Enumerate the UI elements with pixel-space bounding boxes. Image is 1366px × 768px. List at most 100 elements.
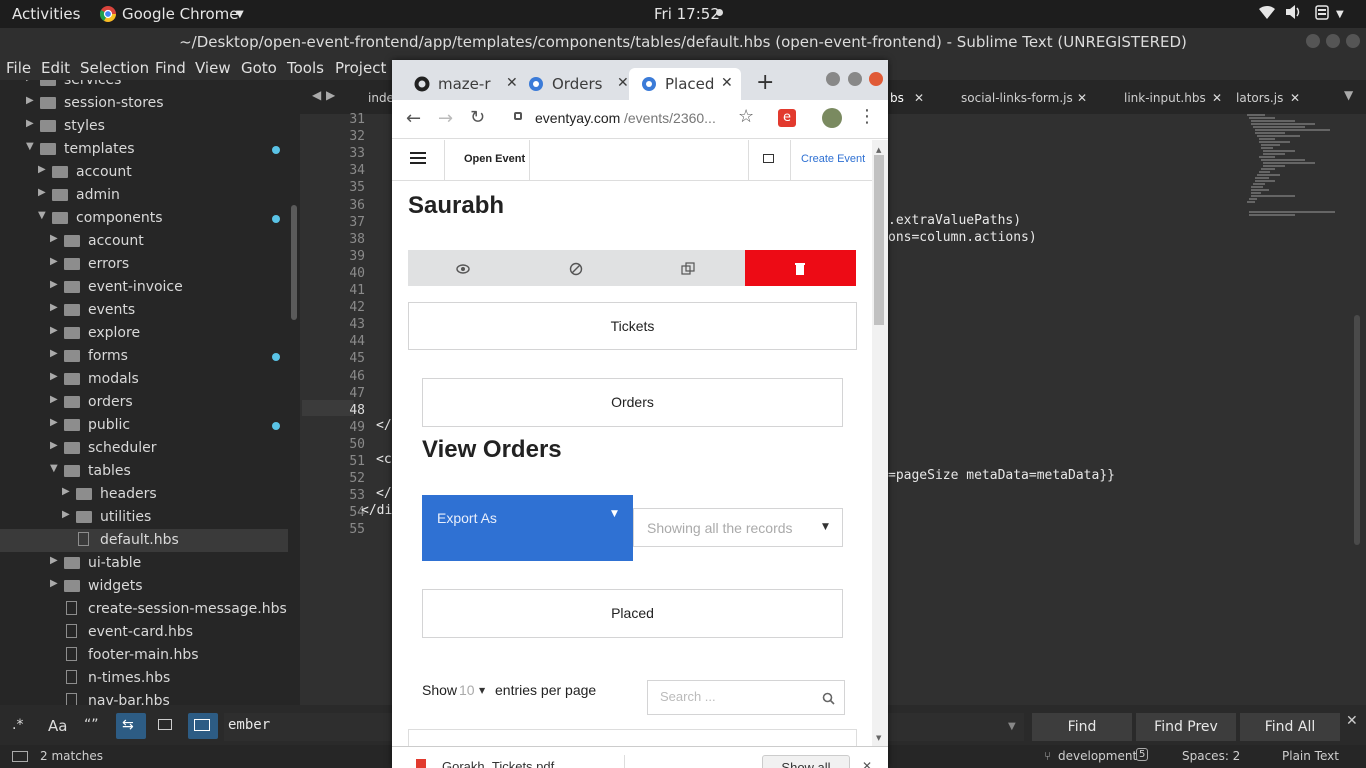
forward-icon[interactable]: →: [438, 108, 453, 129]
chevron-right-icon[interactable]: ▶: [50, 302, 58, 313]
export-dropdown[interactable]: [422, 495, 633, 561]
tab-list-chevron-icon[interactable]: ▼: [1344, 88, 1353, 102]
sidebar-item[interactable]: ▶ public: [0, 414, 288, 437]
sidebar-item[interactable]: ▶ errors: [0, 253, 288, 276]
editor-tab[interactable]: social-links-form.js: [961, 91, 1073, 105]
menu-goto[interactable]: Goto: [241, 59, 277, 77]
sidebar-item[interactable]: ▶ forms: [0, 345, 288, 368]
chevron-right-icon[interactable]: ▶: [26, 80, 34, 83]
menu-edit[interactable]: Edit: [41, 59, 70, 77]
editor-tab[interactable]: lators.js: [1236, 91, 1283, 105]
sidebar-item[interactable]: create-session-message.hbs: [0, 598, 288, 621]
sidebar-item[interactable]: ▼ tables: [0, 460, 288, 483]
brand-link[interactable]: Open Event: [464, 153, 525, 165]
sidebar-item[interactable]: ▶ headers: [0, 483, 288, 506]
back-icon[interactable]: ←: [406, 108, 421, 129]
close-icon[interactable]: [1346, 34, 1360, 48]
chevron-down-icon[interactable]: ▼: [38, 210, 46, 221]
sidebar-item[interactable]: ▶ orders: [0, 391, 288, 414]
editor-tab[interactable]: inde: [368, 91, 394, 105]
activities-button[interactable]: Activities: [12, 5, 80, 23]
sidebar-item[interactable]: ▼ templates: [0, 138, 288, 161]
clock[interactable]: Fri 17:52: [654, 5, 720, 23]
close-tab-icon[interactable]: ✕: [914, 91, 924, 105]
sidebar-item[interactable]: nav-bar.hbs: [0, 690, 288, 705]
scrollbar-thumb[interactable]: [874, 155, 884, 325]
whole-word-toggle[interactable]: “”: [84, 717, 99, 733]
chevron-right-icon[interactable]: ▶: [50, 279, 58, 290]
chevron-right-icon[interactable]: ▶: [50, 578, 58, 589]
search-icon[interactable]: [822, 690, 835, 709]
panel-toggle-icon[interactable]: [12, 751, 28, 762]
placed-menu-item[interactable]: Placed: [422, 589, 843, 638]
sidebar-item[interactable]: ▶ account: [0, 161, 288, 184]
chevron-right-icon[interactable]: ▶: [50, 348, 58, 359]
show-all-downloads-button[interactable]: Show all: [762, 755, 850, 768]
view-icon[interactable]: [456, 261, 470, 280]
sidebar-item[interactable]: ▶ events: [0, 299, 288, 322]
sidebar-item[interactable]: ▶ explore: [0, 322, 288, 345]
wifi-icon[interactable]: [1258, 4, 1276, 24]
create-event-link[interactable]: Create Event: [801, 153, 865, 165]
sidebar-item[interactable]: ▼ components: [0, 207, 288, 230]
orders-menu-item[interactable]: Orders: [422, 378, 843, 427]
in-selection-icon[interactable]: [158, 719, 172, 730]
find-prev-button[interactable]: Find Prev: [1136, 713, 1236, 741]
entries-chevron-icon[interactable]: ▼: [479, 686, 485, 695]
tab-placed[interactable]: Placed ✕: [629, 68, 741, 100]
profile-avatar[interactable]: [822, 108, 842, 128]
find-all-button[interactable]: Find All: [1240, 713, 1340, 741]
entries-select[interactable]: 10: [459, 682, 475, 698]
tab-scroll-right-icon[interactable]: ▶: [326, 88, 335, 102]
chevron-right-icon[interactable]: ▶: [50, 325, 58, 336]
sidebar-item[interactable]: ▶ session-stores: [0, 92, 288, 115]
chevron-right-icon[interactable]: ▶: [50, 440, 58, 451]
menu-selection[interactable]: Selection: [80, 59, 149, 77]
maximize-icon[interactable]: [848, 72, 862, 86]
menu-tools[interactable]: Tools: [287, 59, 324, 77]
reload-icon[interactable]: ↻: [470, 107, 485, 128]
menu-find[interactable]: Find: [155, 59, 186, 77]
sidebar-item[interactable]: footer-main.hbs: [0, 644, 288, 667]
chevron-right-icon[interactable]: ▶: [50, 256, 58, 267]
close-tab-icon[interactable]: ✕: [1290, 91, 1300, 105]
sidebar-item[interactable]: ▶ widgets: [0, 575, 288, 598]
sidebar-item[interactable]: ▶ ui-table: [0, 552, 288, 575]
chevron-right-icon[interactable]: ▶: [26, 95, 34, 106]
tab-github[interactable]: maze-r ✕: [402, 68, 522, 100]
chevron-right-icon[interactable]: ▶: [50, 233, 58, 244]
chevron-right-icon[interactable]: ▶: [38, 164, 46, 175]
syntax[interactable]: Plain Text: [1282, 749, 1339, 763]
volume-icon[interactable]: [1284, 4, 1302, 24]
close-icon[interactable]: [869, 72, 883, 86]
chevron-right-icon[interactable]: ▶: [62, 486, 70, 497]
chevron-right-icon[interactable]: ▶: [50, 417, 58, 428]
chevron-right-icon[interactable]: ▶: [26, 118, 34, 129]
find-history-chevron-icon[interactable]: ▼: [1008, 721, 1016, 732]
sidebar-item[interactable]: ▶ account: [0, 230, 288, 253]
sidebar-item[interactable]: ▶ services: [0, 80, 288, 92]
chevron-down-icon[interactable]: ▼: [50, 463, 58, 474]
menu-file[interactable]: File: [6, 59, 31, 77]
git-branch[interactable]: development: [1058, 749, 1137, 763]
close-download-shelf-icon[interactable]: ✕: [862, 759, 872, 768]
find-button[interactable]: Find: [1032, 713, 1132, 741]
menu-view[interactable]: View: [195, 59, 231, 77]
close-tab-icon[interactable]: ✕: [721, 75, 733, 91]
close-tab-icon[interactable]: ✕: [617, 75, 629, 91]
sidebar-item[interactable]: ▶ scheduler: [0, 437, 288, 460]
minimize-icon[interactable]: [1306, 34, 1320, 48]
menu-project[interactable]: Project: [335, 59, 386, 77]
sidebar-item[interactable]: n-times.hbs: [0, 667, 288, 690]
regex-toggle[interactable]: .*: [12, 717, 23, 733]
sidebar-item[interactable]: default.hbs: [0, 529, 288, 552]
scroll-up-icon[interactable]: ▲: [876, 146, 881, 154]
minimize-icon[interactable]: [826, 72, 840, 86]
sidebar-item[interactable]: ▶ admin: [0, 184, 288, 207]
close-tab-icon[interactable]: ✕: [1212, 91, 1222, 105]
minimap[interactable]: [1245, 112, 1340, 222]
tab-orders[interactable]: Orders ✕: [516, 68, 629, 100]
extension-icon[interactable]: e: [778, 109, 796, 127]
maximize-icon[interactable]: [1326, 34, 1340, 48]
chevron-right-icon[interactable]: ▶: [50, 371, 58, 382]
